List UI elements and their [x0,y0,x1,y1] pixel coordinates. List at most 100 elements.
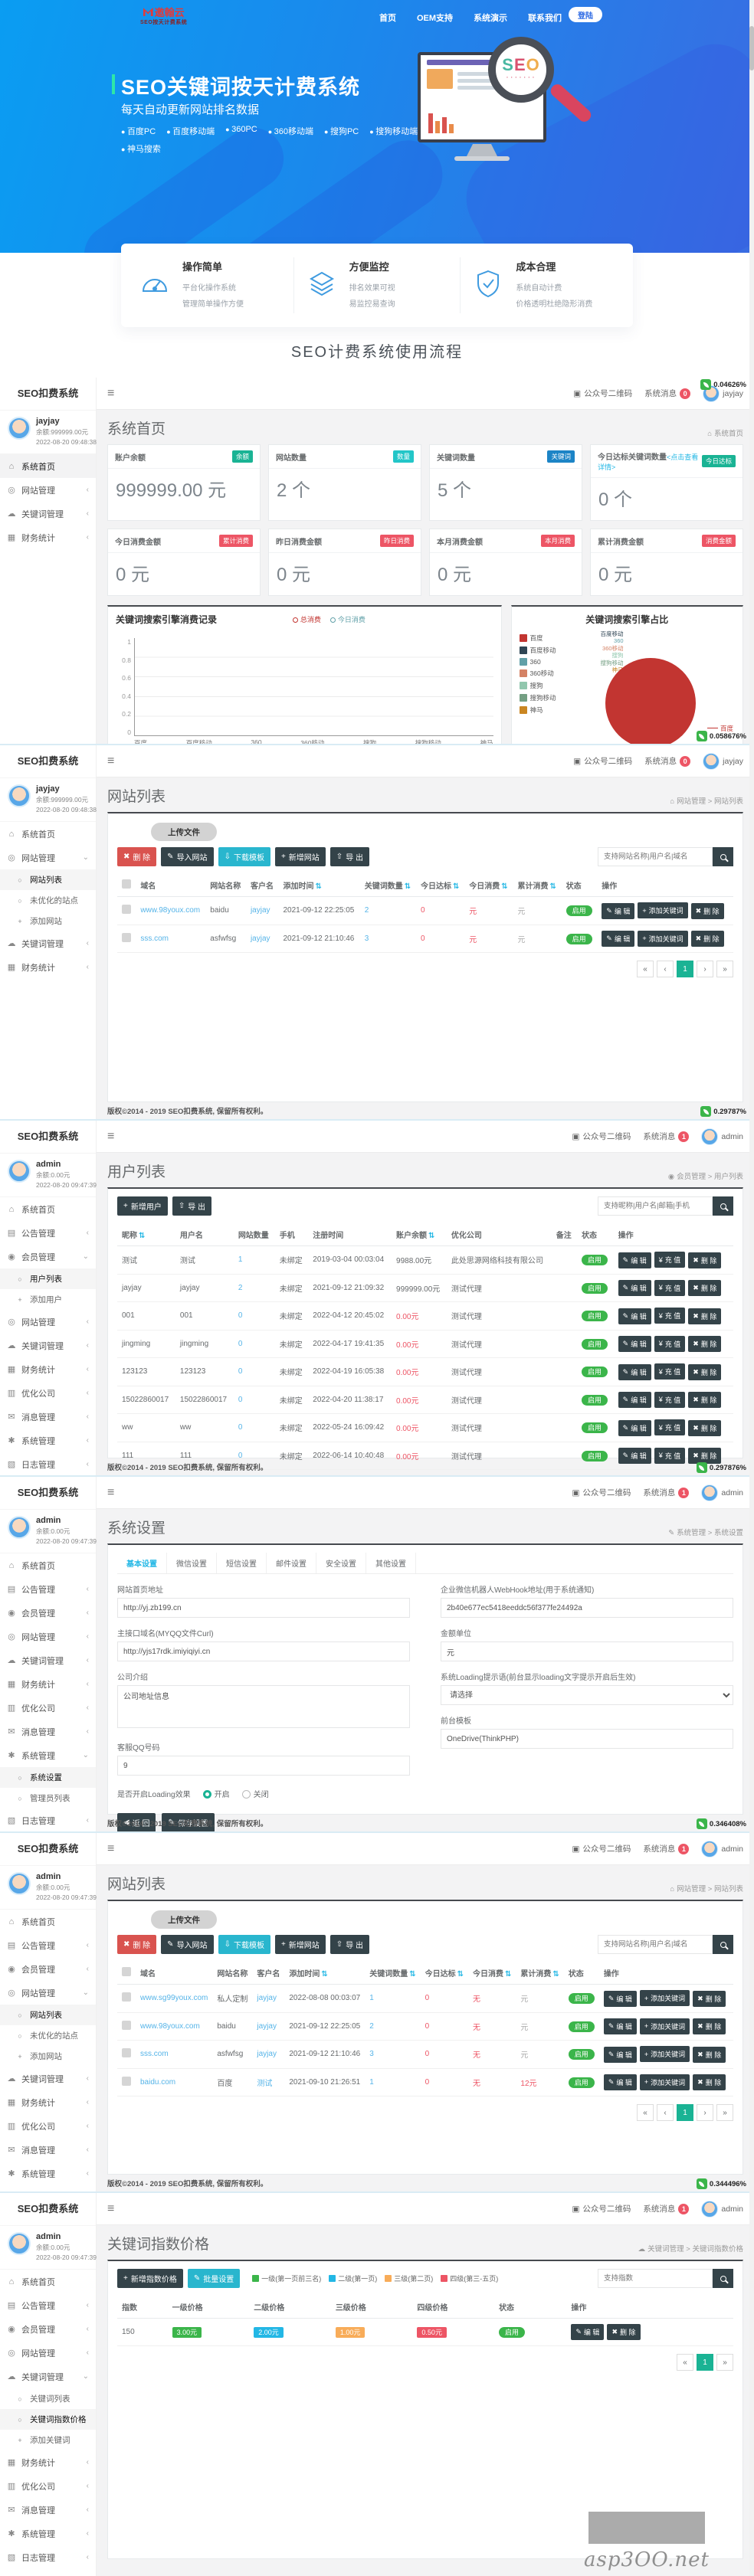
system-message-button[interactable]: 系统消息1 [643,1487,689,1498]
sidebar-item-user[interactable]: ◉会员管理‹ [0,1957,96,1981]
cell-value[interactable]: jayjay [257,2022,277,2031]
sidebar-item-user[interactable]: ◉会员管理‹ [0,2317,96,2341]
radio-icon[interactable] [242,1790,251,1799]
row-op-edit[interactable]: ✎编 辑 [602,903,634,919]
row-op-edit[interactable]: ✎编 辑 [604,2047,637,2063]
sidebar-item-log[interactable]: ▧日志管理‹ [0,1808,96,1832]
page-button[interactable]: » [716,2354,733,2371]
sidebar-subitem[interactable]: ○网站列表 [0,2005,96,2025]
page-button[interactable]: › [697,961,713,977]
row-op-plus[interactable]: +添加关键词 [640,2074,690,2090]
cell-value[interactable]: jayjay [251,934,270,943]
cell-value[interactable]: 3 [369,2050,374,2058]
sort-icon[interactable]: ⇅ [316,882,322,891]
sort-icon[interactable]: ⇅ [501,882,507,891]
field-input[interactable] [441,1642,733,1661]
qr-code-button[interactable]: ▣公众号二维码 [573,388,632,399]
row-op-trash[interactable]: ✖删 除 [688,1392,721,1408]
nav-item-contact[interactable]: 联系我们 [528,11,562,24]
toolbar-plus-button[interactable]: +新增网站 [275,847,326,866]
sidebar-subitem[interactable]: ○管理员列表 [0,1788,96,1808]
scrollbar-thumb[interactable] [749,26,754,70]
page-button[interactable]: › [697,2104,713,2121]
sidebar-item-cloud[interactable]: ☁关键词管理‹ [0,1648,96,1672]
row-op-trash[interactable]: ✖删 除 [688,1308,721,1324]
sidebar-item-site[interactable]: ◎网站管理‹ [0,2341,96,2365]
sidebar-item-home[interactable]: ⌂系统首页 [0,1910,96,1933]
system-message-button[interactable]: 系统消息0 [644,388,690,399]
nav-item-oem[interactable]: OEM支持 [417,11,453,24]
page-button[interactable]: 1 [697,2354,713,2371]
sidebar-item-home[interactable]: ⌂系统首页 [0,1197,96,1221]
legend-item[interactable]: 总消费 [293,614,321,624]
sidebar-item-site[interactable]: ◎网站管理‹ [0,478,96,502]
row-op-plus[interactable]: +添加关键词 [640,2018,690,2034]
toolbar-download-button[interactable]: ⇩下载模板 [218,847,270,866]
cell-value[interactable]: 0 [238,1396,243,1404]
sidebar-item-cloud[interactable]: ☁关键词管理⌄ [0,2365,96,2388]
tab-basic[interactable]: 基本设置 [117,1553,167,1573]
row-checkbox[interactable] [122,905,131,914]
toolbar-plus-button[interactable]: +新增指数价格 [117,2269,183,2288]
row-op-money[interactable]: ¥充 值 [654,1419,686,1435]
sidebar-item-log[interactable]: ▧日志管理‹ [0,1452,96,1476]
sort-icon[interactable]: ⇅ [552,1970,559,1979]
row-op-money[interactable]: ¥充 值 [654,1280,686,1296]
login-button[interactable]: 登陆 [569,7,602,22]
sidebar-item-mail[interactable]: ✉消息管理‹ [0,1405,96,1429]
sort-icon[interactable]: ⇅ [457,1970,464,1979]
pie-legend-item[interactable]: 百度 [520,633,567,643]
qr-code-button[interactable]: ▣公众号二维码 [572,1487,631,1498]
toolbar-edit-button[interactable]: ✎导入网站 [161,1935,213,1954]
sidebar-item-notice[interactable]: ▤公告管理‹ [0,1577,96,1601]
sidebar-subitem[interactable]: ○关键词指数价格 [0,2409,96,2430]
tab-other[interactable]: 邮件设置 [267,1553,316,1573]
sidebar-item-company[interactable]: ▥优化公司‹ [0,2474,96,2498]
cell-value[interactable]: 0 [238,1452,243,1460]
radio-icon[interactable] [203,1790,211,1799]
topbar-user[interactable]: admin [701,2201,743,2218]
sidebar-item-home[interactable]: ⌂系统首页 [0,454,96,478]
sort-icon[interactable]: ⇅ [453,882,459,891]
sidebar-item-user[interactable]: ◉会员管理‹ [0,1601,96,1625]
page-button[interactable]: ‹ [657,2104,674,2121]
page-button[interactable]: ‹ [657,961,674,977]
toolbar-plus-button[interactable]: +新增网站 [275,1935,326,1954]
sidebar-item-home[interactable]: ⌂系统首页 [0,1553,96,1577]
sidebar-subitem[interactable]: +添加用户 [0,1289,96,1310]
field-input[interactable] [117,1642,410,1661]
row-op-trash[interactable]: ✖删 除 [691,931,724,947]
cell-value[interactable]: 1 [369,1994,374,2002]
sidebar-item-user[interactable]: ◉会员管理⌄ [0,1245,96,1268]
radio-option[interactable]: 开启 [203,1788,230,1799]
row-op-plus[interactable]: +添加关键词 [640,2046,690,2062]
sidebar-item-site[interactable]: ◎网站管理‹ [0,1310,96,1334]
sidebar-subitem[interactable]: +添加网站 [0,911,96,931]
sidebar-item-mail[interactable]: ✉消息管理‹ [0,2138,96,2162]
system-message-button[interactable]: 系统消息1 [643,1843,689,1854]
cell-value[interactable]: baidu.com [140,2078,175,2087]
page-button[interactable]: » [716,2104,733,2121]
qr-code-button[interactable]: ▣公众号二维码 [572,1843,631,1854]
row-op-trash[interactable]: ✖删 除 [693,2074,726,2090]
nav-item-home[interactable]: 首页 [379,11,396,24]
cell-value[interactable]: sss.com [140,934,169,943]
sidebar-item-gear[interactable]: ✱系统管理‹ [0,1429,96,1452]
sidebar-item-cloud[interactable]: ☁关键词管理‹ [0,931,96,955]
row-op-edit[interactable]: ✎编 辑 [604,1991,637,2007]
topbar-user[interactable]: admin [701,1128,743,1145]
page-button[interactable]: « [637,2104,654,2121]
sidebar-item-cloud[interactable]: ☁关键词管理‹ [0,1334,96,1357]
row-op-trash[interactable]: ✖删 除 [693,2047,726,2063]
sidebar-subitem[interactable]: ○用户列表 [0,1268,96,1289]
row-op-edit[interactable]: ✎编 辑 [618,1336,651,1352]
topbar-user[interactable]: admin [701,1841,743,1858]
cell-value[interactable]: 0 [238,1311,243,1320]
sidebar-item-home[interactable]: ⌂系统首页 [0,822,96,846]
row-checkbox[interactable] [122,2048,131,2057]
row-op-trash[interactable]: ✖删 除 [688,1448,721,1464]
field-input[interactable] [117,1756,410,1776]
select-all-checkbox[interactable] [122,1967,131,1976]
row-op-money[interactable]: ¥充 值 [654,1252,686,1268]
page-button[interactable]: » [716,961,733,977]
